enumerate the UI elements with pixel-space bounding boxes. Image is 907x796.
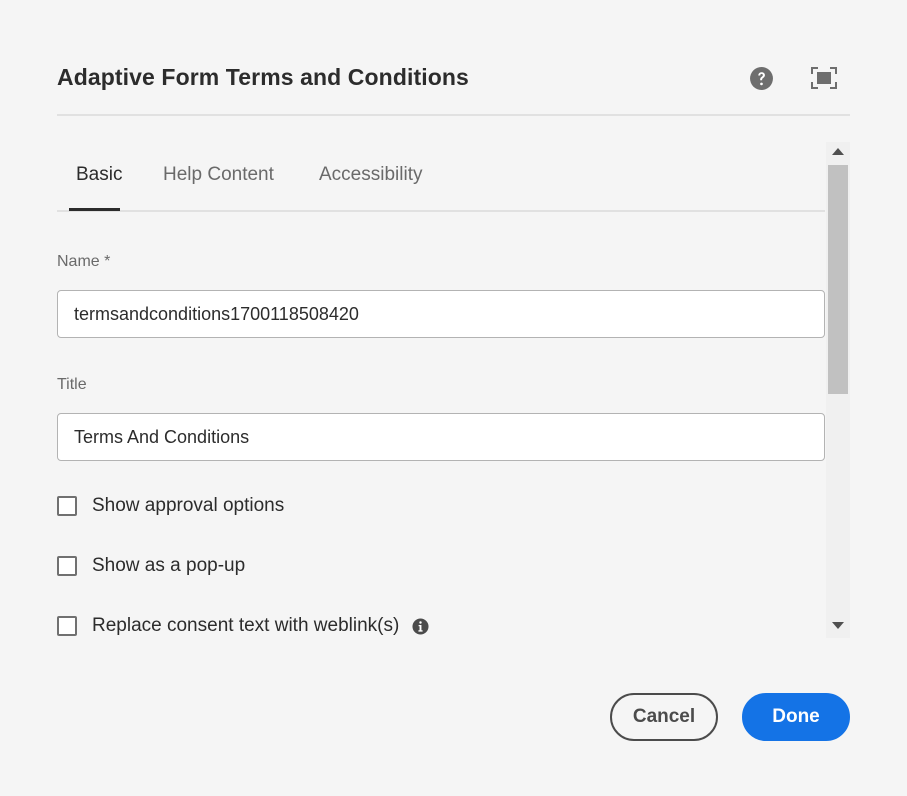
info-icon[interactable] bbox=[412, 617, 429, 635]
replace-consent-text-row[interactable]: Replace consent text with weblink(s) bbox=[57, 614, 429, 638]
show-as-popup-label: Show as a pop-up bbox=[92, 555, 246, 576]
done-button[interactable]: Done bbox=[742, 693, 850, 741]
scroll-up-arrow-icon[interactable] bbox=[832, 148, 844, 155]
dialog-header: Adaptive Form Terms and Conditions bbox=[57, 48, 850, 116]
scroll-down-arrow-icon[interactable] bbox=[832, 622, 844, 629]
fullscreen-icon bbox=[811, 67, 837, 89]
content-scrollbar[interactable] bbox=[826, 142, 850, 638]
active-tab-indicator bbox=[69, 208, 120, 211]
scrollbar-thumb[interactable] bbox=[828, 165, 848, 394]
cancel-button[interactable]: Cancel bbox=[610, 693, 718, 741]
show-as-popup-checkbox[interactable] bbox=[57, 556, 77, 576]
show-approval-options-checkbox[interactable] bbox=[57, 496, 77, 516]
help-circle-icon bbox=[749, 66, 773, 90]
fullscreen-button[interactable] bbox=[809, 63, 839, 93]
name-label: Name * bbox=[57, 253, 111, 270]
help-button[interactable] bbox=[746, 63, 776, 93]
replace-consent-text-label: Replace consent text with weblink(s) bbox=[92, 615, 400, 636]
show-approval-options-label: Show approval options bbox=[92, 495, 285, 516]
dialog-content: Basic Help Content Accessibility Name * … bbox=[57, 142, 850, 638]
dialog-title: Adaptive Form Terms and Conditions bbox=[57, 64, 469, 90]
tab-help-content[interactable]: Help Content bbox=[163, 164, 274, 186]
tab-accessibility[interactable]: Accessibility bbox=[319, 164, 422, 186]
tab-list: Basic Help Content Accessibility bbox=[57, 142, 825, 212]
show-approval-options-row[interactable]: Show approval options bbox=[57, 494, 284, 518]
title-label: Title bbox=[57, 376, 87, 393]
name-input[interactable] bbox=[57, 290, 825, 338]
tab-basic[interactable]: Basic bbox=[76, 164, 122, 186]
replace-consent-text-checkbox[interactable] bbox=[57, 616, 77, 636]
show-as-popup-row[interactable]: Show as a pop-up bbox=[57, 554, 245, 578]
title-input[interactable] bbox=[57, 413, 825, 461]
dialog: Adaptive Form Terms and Conditions Basic… bbox=[0, 0, 907, 796]
